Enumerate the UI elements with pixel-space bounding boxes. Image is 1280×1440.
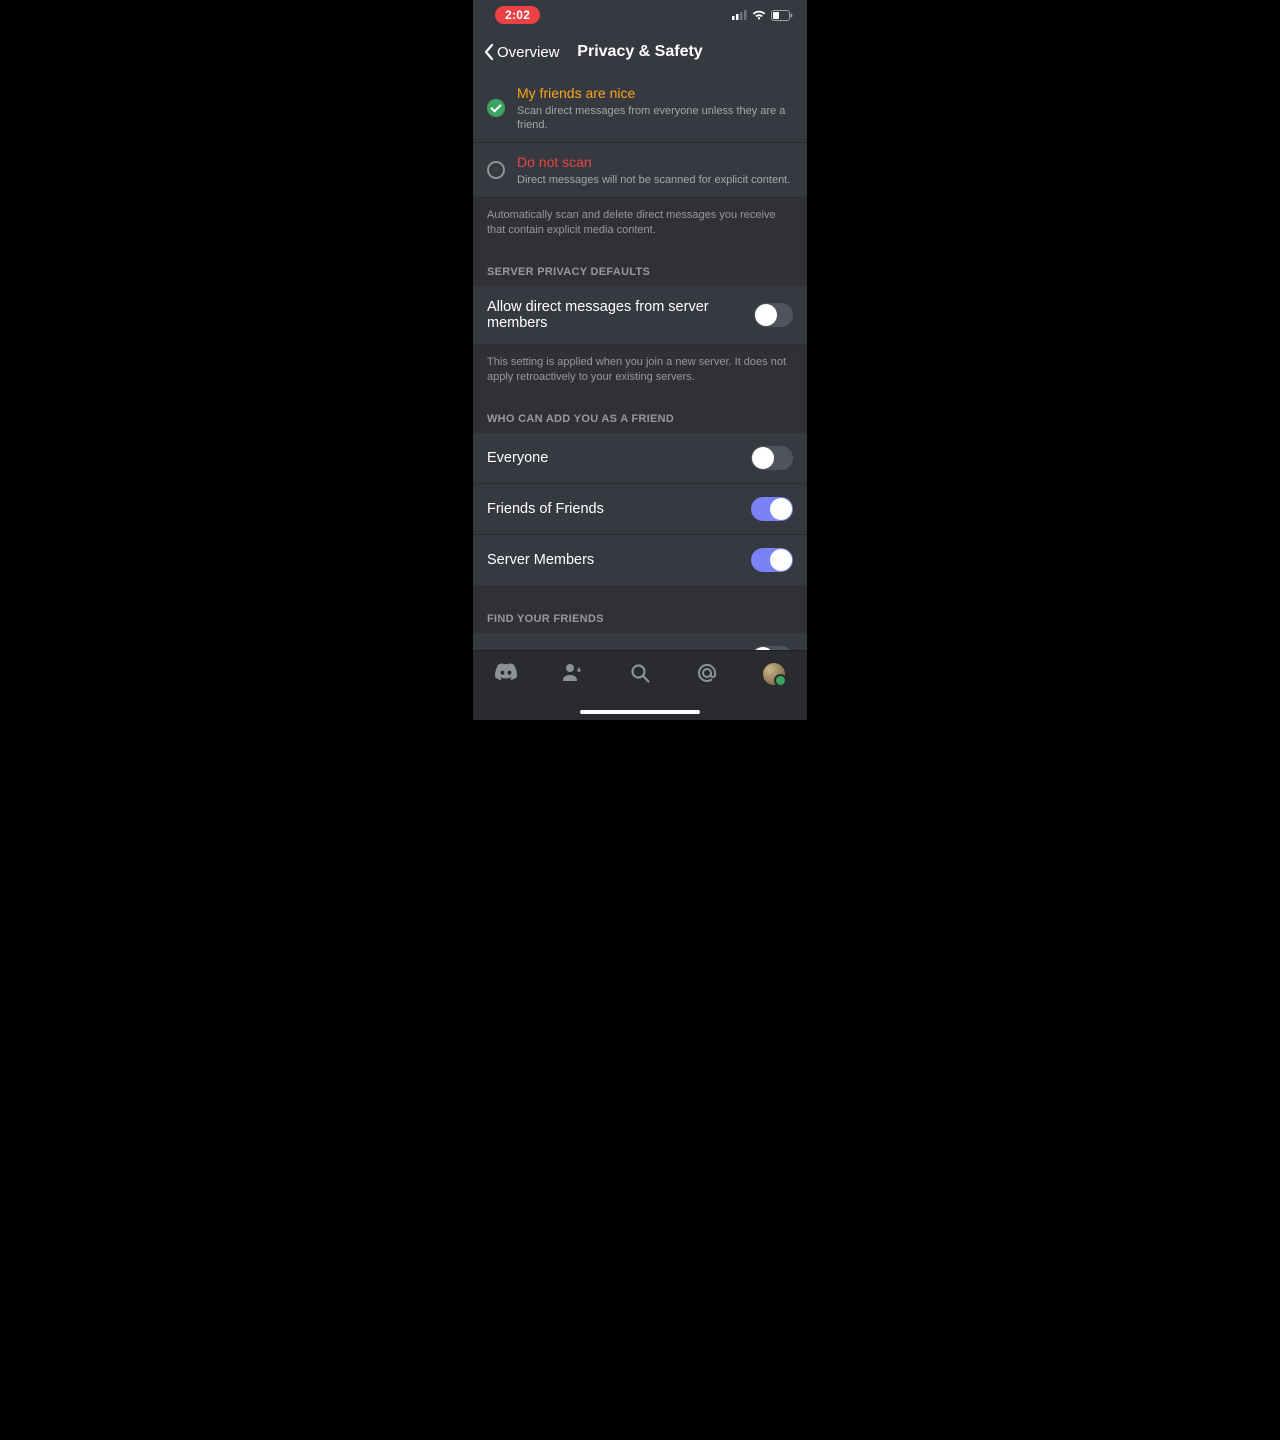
scan-option-title: Do not scan (517, 153, 793, 171)
tab-mentions[interactable] (687, 663, 727, 683)
scan-option-do-not-scan[interactable]: Do not scan Direct messages will not be … (473, 143, 807, 198)
tab-friends[interactable] (553, 663, 593, 681)
section-who-can-add: WHO CAN ADD YOU AS A FRIEND (473, 399, 807, 433)
scan-section-note: Automatically scan and delete direct mes… (473, 198, 807, 252)
wifi-icon (752, 10, 766, 20)
row-everyone[interactable]: Everyone (473, 433, 807, 484)
battery-icon (771, 10, 793, 21)
server-defaults-note: This setting is applied when you join a … (473, 345, 807, 399)
page-title: Privacy & Safety (577, 43, 702, 61)
chevron-left-icon (483, 43, 495, 61)
status-bar: 2:02 (473, 0, 807, 30)
row-sync-contacts[interactable]: Sync Contacts (473, 633, 807, 650)
radio-empty-icon (487, 161, 505, 179)
row-label: Allow direct messages from server member… (487, 299, 754, 331)
tab-home[interactable] (486, 663, 526, 681)
scan-option-sub: Scan direct messages from everyone unles… (517, 104, 793, 132)
tab-profile[interactable] (754, 663, 794, 685)
scan-option-sub: Direct messages will not be scanned for … (517, 173, 793, 187)
tab-search[interactable] (620, 663, 660, 683)
cellular-icon (732, 10, 747, 20)
row-server-members[interactable]: Server Members (473, 535, 807, 585)
section-find-friends: FIND YOUR FRIENDS (473, 599, 807, 633)
tab-bar (473, 650, 807, 720)
scan-option-title: My friends are nice (517, 84, 793, 102)
toggle-fof[interactable] (751, 497, 793, 521)
avatar (763, 663, 785, 685)
toggle-server-members[interactable] (751, 548, 793, 572)
toggle-allow-dm[interactable] (754, 303, 793, 327)
section-server-privacy: SERVER PRIVACY DEFAULTS (473, 252, 807, 286)
row-label: Friends of Friends (487, 501, 604, 517)
scan-option-friends-nice[interactable]: My friends are nice Scan direct messages… (473, 74, 807, 143)
radio-checked-icon (487, 99, 505, 117)
toggle-everyone[interactable] (751, 446, 793, 470)
search-icon (630, 663, 650, 683)
settings-body: My friends are nice Scan direct messages… (473, 74, 807, 650)
back-label: Overview (497, 44, 560, 61)
back-button[interactable]: Overview (479, 30, 564, 74)
discord-logo-icon (495, 663, 517, 681)
row-label: Server Members (487, 552, 594, 568)
row-friends-of-friends[interactable]: Friends of Friends (473, 484, 807, 535)
friend-wave-icon (562, 663, 584, 681)
nav-header: Overview Privacy & Safety (473, 30, 807, 74)
status-time-recording: 2:02 (495, 6, 540, 24)
home-indicator (580, 710, 700, 714)
row-allow-dm-server-members[interactable]: Allow direct messages from server member… (473, 286, 807, 345)
row-label: Everyone (487, 450, 548, 466)
at-icon (697, 663, 717, 683)
